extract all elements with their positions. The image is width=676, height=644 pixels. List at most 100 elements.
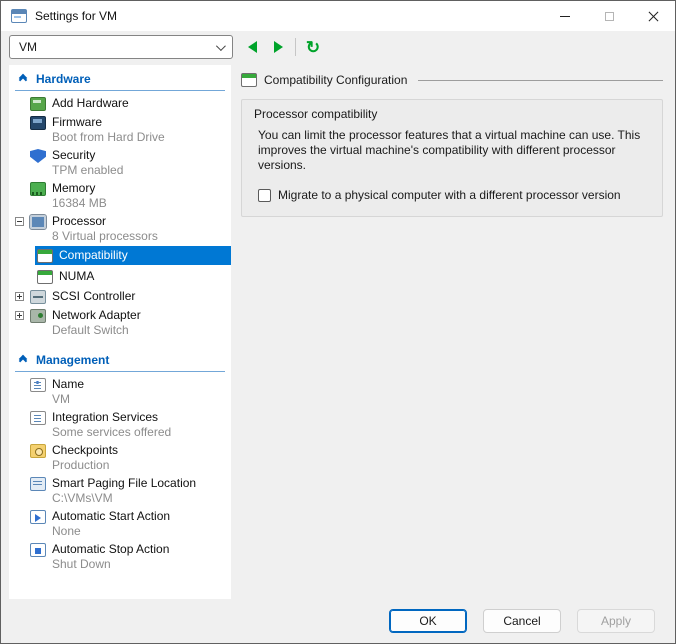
item-sublabel: TPM enabled (52, 163, 123, 177)
sidebar-item-smart-paging[interactable]: Smart Paging File Location C:\VMs\VM (15, 475, 231, 506)
settings-tree: Hardware Add Hardware Firmware Boot from… (9, 65, 231, 599)
close-button[interactable] (631, 1, 675, 31)
item-label: Name (52, 377, 84, 392)
item-label: Memory (52, 181, 107, 196)
sidebar-item-compatibility[interactable]: Compatibility (35, 246, 231, 265)
section-divider (15, 90, 225, 91)
section-management[interactable]: Management (15, 350, 231, 369)
close-icon (648, 11, 659, 22)
sidebar-item-automatic-stop[interactable]: Automatic Stop Action Shut Down (15, 541, 231, 572)
cancel-button[interactable]: Cancel (483, 609, 561, 633)
sidebar-item-firmware[interactable]: Firmware Boot from Hard Drive (15, 114, 231, 145)
sidebar-item-checkpoints[interactable]: Checkpoints Production (15, 442, 231, 473)
item-label: Smart Paging File Location (52, 476, 196, 491)
add-hardware-icon (30, 97, 46, 111)
content-header: Compatibility Configuration (241, 73, 663, 87)
sidebar-item-name[interactable]: Name VM (15, 376, 231, 407)
caption-buttons (543, 1, 675, 31)
sidebar-item-numa[interactable]: NUMA (35, 267, 231, 286)
item-label: Add Hardware (52, 96, 129, 111)
item-label: Firmware (52, 115, 165, 130)
section-divider (15, 371, 225, 372)
sidebar-item-automatic-start[interactable]: Automatic Start Action None (15, 508, 231, 539)
item-sublabel: C:\VMs\VM (52, 491, 196, 505)
item-label: SCSI Controller (52, 289, 135, 304)
titlebar: Settings for VM (1, 1, 675, 31)
item-sublabel: Production (52, 458, 118, 472)
forward-arrow-icon (274, 41, 283, 53)
group-description: You can limit the processor features tha… (258, 128, 650, 173)
minimize-button[interactable] (543, 1, 587, 31)
group-title: Processor compatibility (254, 107, 650, 121)
ok-button[interactable]: OK (389, 609, 467, 633)
window-icon (11, 9, 27, 23)
network-adapter-icon (30, 309, 46, 323)
window-title: Settings for VM (35, 9, 543, 23)
header-rule (418, 80, 663, 81)
content-panel: Compatibility Configuration Processor co… (231, 65, 675, 599)
item-sublabel: None (52, 524, 170, 538)
sidebar-item-processor[interactable]: Processor 8 Virtual processors (15, 213, 231, 244)
item-sublabel: Shut Down (52, 557, 169, 571)
forward-button[interactable] (269, 37, 287, 57)
main-area: Hardware Add Hardware Firmware Boot from… (1, 65, 675, 599)
collapse-expander-icon[interactable] (15, 217, 24, 226)
migrate-checkbox-label[interactable]: Migrate to a physical computer with a di… (278, 188, 621, 202)
toolbar: VM ↻ (1, 31, 675, 65)
item-label: Processor (52, 214, 158, 229)
maximize-button (587, 1, 631, 31)
item-sublabel: Boot from Hard Drive (52, 130, 165, 144)
minimize-icon (560, 16, 570, 17)
settings-window: Settings for VM VM ↻ Hardware (0, 0, 676, 644)
back-button[interactable] (243, 37, 261, 57)
migrate-checkbox[interactable] (258, 189, 271, 202)
refresh-button[interactable]: ↻ (304, 37, 322, 57)
smart-paging-icon (30, 477, 46, 491)
section-hardware[interactable]: Hardware (15, 69, 231, 88)
maximize-icon (605, 12, 614, 21)
scsi-controller-icon (30, 290, 46, 304)
item-label: Automatic Start Action (52, 509, 170, 524)
collapse-chevrons-icon (17, 356, 29, 364)
compatibility-icon (37, 249, 53, 263)
expand-expander-icon[interactable] (15, 292, 24, 301)
memory-icon (30, 182, 46, 196)
item-label: Automatic Stop Action (52, 542, 169, 557)
expand-expander-icon[interactable] (15, 311, 24, 320)
sidebar-item-network-adapter[interactable]: Network Adapter Default Switch (15, 307, 231, 338)
vm-selector[interactable]: VM (9, 35, 233, 59)
section-management-label: Management (36, 353, 109, 367)
numa-icon (37, 270, 53, 284)
compatibility-configuration-icon (241, 73, 257, 87)
chevron-down-icon (216, 41, 226, 51)
checkpoints-icon (30, 444, 46, 458)
sidebar-item-scsi-controller[interactable]: SCSI Controller (15, 288, 231, 305)
item-label: NUMA (59, 269, 94, 284)
content-header-title: Compatibility Configuration (264, 73, 407, 87)
item-sublabel: Some services offered (52, 425, 171, 439)
nav-buttons: ↻ (243, 37, 322, 57)
sidebar-item-security[interactable]: Security TPM enabled (15, 147, 231, 178)
sidebar-item-integration-services[interactable]: Integration Services Some services offer… (15, 409, 231, 440)
name-icon (30, 378, 46, 392)
sidebar-item-memory[interactable]: Memory 16384 MB (15, 180, 231, 211)
apply-button: Apply (577, 609, 655, 633)
processor-icon (30, 215, 46, 229)
item-label: Network Adapter (52, 308, 141, 323)
integration-services-icon (30, 411, 46, 425)
back-arrow-icon (248, 41, 257, 53)
vm-selector-value: VM (19, 40, 37, 54)
item-label: Compatibility (59, 248, 128, 263)
item-label: Integration Services (52, 410, 171, 425)
section-hardware-label: Hardware (36, 72, 91, 86)
sidebar-item-add-hardware[interactable]: Add Hardware (15, 95, 231, 112)
item-sublabel: VM (52, 392, 84, 406)
shield-icon (30, 149, 46, 163)
item-sublabel: Default Switch (52, 323, 141, 337)
migrate-checkbox-row: Migrate to a physical computer with a di… (258, 188, 650, 202)
processor-compatibility-group: Processor compatibility You can limit th… (241, 99, 663, 217)
automatic-stop-icon (30, 543, 46, 557)
collapse-chevrons-icon (17, 75, 29, 83)
footer: OK Cancel Apply (1, 599, 675, 643)
item-sublabel: 16384 MB (52, 196, 107, 210)
